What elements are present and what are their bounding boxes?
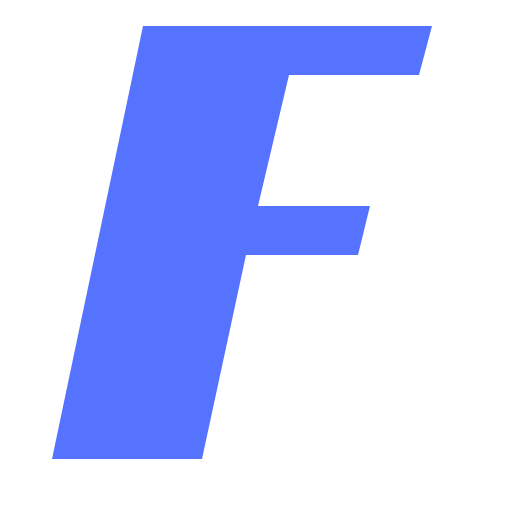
letter-f-shape	[52, 26, 432, 459]
logo	[0, 0, 512, 512]
letter-f-logo-icon	[52, 26, 432, 459]
